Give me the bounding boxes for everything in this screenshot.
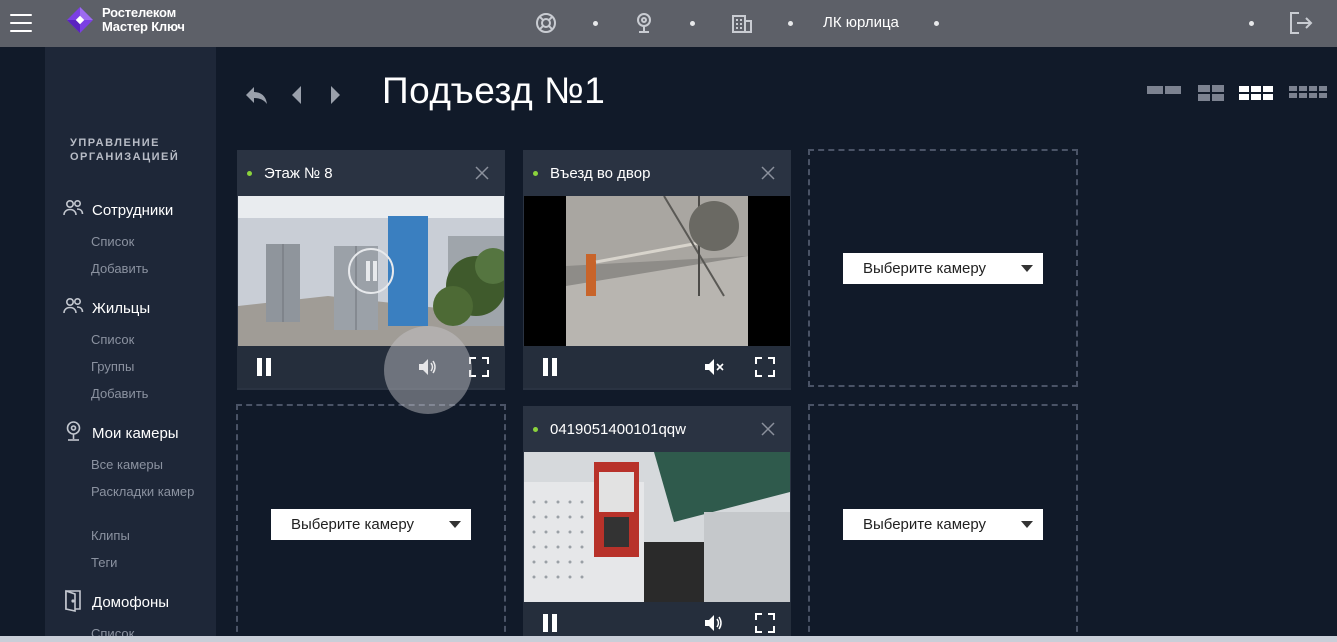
lifebuoy-icon[interactable] xyxy=(534,11,558,35)
sidebar-item-residents-groups[interactable]: Группы xyxy=(91,358,201,375)
select-camera-label: Выберите камеру xyxy=(863,260,987,277)
close-icon[interactable] xyxy=(475,166,489,180)
layout-3x3-button[interactable] xyxy=(1239,86,1273,102)
sidebar-item-all-cameras[interactable]: Все камеры xyxy=(91,456,201,473)
people-icon xyxy=(63,296,84,321)
sidebar-item-employees-list[interactable]: Список xyxy=(91,233,201,250)
empty-camera-slot: Выберите камеру xyxy=(236,404,506,642)
chevron-down-icon xyxy=(1021,265,1033,272)
camera-video-feed[interactable] xyxy=(524,452,790,602)
webcam-icon xyxy=(63,420,84,447)
sidebar-edge xyxy=(208,402,216,642)
select-camera-label: Выберите камеру xyxy=(291,516,415,533)
brand-name: Ростелеком Мастер Ключ xyxy=(102,6,185,34)
fullscreen-icon[interactable] xyxy=(754,356,776,378)
camera-controls xyxy=(523,346,791,388)
sidebar-section-label: Жильцы xyxy=(92,300,151,317)
sidebar-section-intercoms[interactable]: Домофоны xyxy=(63,588,169,617)
close-icon[interactable] xyxy=(761,422,775,436)
sidebar-title: УПРАВЛЕНИЕ ОРГАНИЗАЦИЕЙ xyxy=(70,137,180,163)
camera-video-feed[interactable] xyxy=(524,196,790,346)
empty-camera-slot: Выберите камеру xyxy=(808,149,1078,387)
sidebar-section-employees[interactable]: Сотрудники xyxy=(63,198,173,223)
camera-header: Этаж № 8 xyxy=(237,150,505,196)
online-status-indicator xyxy=(533,170,538,176)
pause-icon[interactable] xyxy=(539,356,561,378)
online-status-indicator xyxy=(247,170,252,176)
top-bar: Ростелеком Мастер Ключ ЛК юрлица xyxy=(0,0,1337,47)
click-ripple xyxy=(384,326,472,414)
separator-dot xyxy=(593,21,598,26)
brand-logo[interactable]: Ростелеком Мастер Ключ xyxy=(65,5,185,35)
camera-header: Въезд во двор xyxy=(523,150,791,196)
separator-dot xyxy=(1249,21,1254,26)
door-icon xyxy=(63,588,84,617)
camera-header: 0419051400101qqw xyxy=(523,406,791,452)
select-camera-dropdown[interactable]: Выберите камеру xyxy=(843,253,1043,284)
camera-name: Въезд во двор xyxy=(550,164,651,182)
sidebar-item-residents-list[interactable]: Список xyxy=(91,331,201,348)
sidebar-item-tags[interactable]: Теги xyxy=(91,554,201,571)
volume-icon[interactable] xyxy=(703,612,725,634)
sidebar-section-residents[interactable]: Жильцы xyxy=(63,296,150,321)
layout-2x2-button[interactable] xyxy=(1198,85,1224,101)
close-icon[interactable] xyxy=(761,166,775,180)
sidebar-section-cameras[interactable]: Мои камеры xyxy=(63,420,179,447)
sidebar-edge xyxy=(208,47,216,402)
next-icon[interactable] xyxy=(322,82,348,108)
building-icon[interactable] xyxy=(730,11,754,35)
camera-tile: 0419051400101qqw xyxy=(523,406,791,642)
sidebar-section-label: Сотрудники xyxy=(92,202,174,219)
fullscreen-icon[interactable] xyxy=(754,612,776,634)
online-status-indicator xyxy=(533,426,538,432)
brand-line2: Мастер Ключ xyxy=(102,19,185,34)
sidebar-section-label: Домофоны xyxy=(92,594,170,611)
select-camera-label: Выберите камеру xyxy=(863,516,987,533)
sidebar-item-residents-add[interactable]: Добавить xyxy=(91,385,201,402)
sidebar-section-label: Мои камеры xyxy=(92,425,179,442)
rostelecom-logo-icon xyxy=(65,5,95,35)
camera-icon[interactable] xyxy=(632,11,656,35)
previous-icon[interactable] xyxy=(284,82,310,108)
layout-4x4-button[interactable] xyxy=(1289,86,1327,102)
sidebar-item-camera-layouts[interactable]: Раскладки камер xyxy=(91,483,201,500)
menu-icon[interactable] xyxy=(10,14,32,32)
chevron-down-icon xyxy=(1021,521,1033,528)
empty-camera-slot: Выберите камеру xyxy=(808,404,1078,642)
camera-video-feed[interactable] xyxy=(238,196,504,346)
page-title: Подъезд №1 xyxy=(382,70,606,111)
separator-dot xyxy=(788,21,793,26)
select-camera-dropdown[interactable]: Выберите камеру xyxy=(271,509,471,540)
brand-line1: Ростелеком xyxy=(102,5,176,20)
select-camera-dropdown[interactable]: Выберите камеру xyxy=(843,509,1043,540)
sidebar-item-employees-add[interactable]: Добавить xyxy=(91,260,201,277)
pause-icon[interactable] xyxy=(253,356,275,378)
os-taskbar xyxy=(0,636,1337,642)
camera-tile: Въезд во двор xyxy=(523,150,791,390)
people-icon xyxy=(63,198,84,223)
pause-icon[interactable] xyxy=(539,612,561,634)
logout-icon[interactable] xyxy=(1287,10,1313,36)
sidebar-item-clips[interactable]: Клипы xyxy=(91,527,201,544)
volume-muted-icon[interactable] xyxy=(703,356,725,378)
camera-name: 0419051400101qqw xyxy=(550,420,686,438)
chevron-down-icon xyxy=(449,521,461,528)
layout-1x2-button[interactable] xyxy=(1147,86,1181,102)
back-icon[interactable] xyxy=(244,82,270,108)
account-link[interactable]: ЛК юрлица xyxy=(823,14,899,31)
separator-dot xyxy=(934,21,939,26)
separator-dot xyxy=(690,21,695,26)
camera-name: Этаж № 8 xyxy=(264,164,333,182)
